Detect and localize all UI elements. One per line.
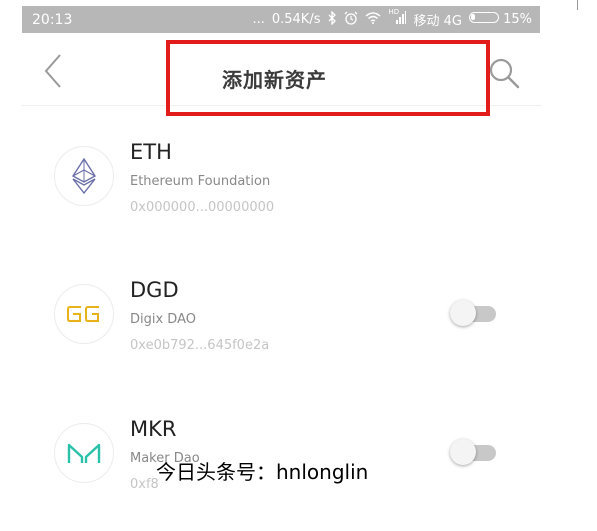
signal-hd-label: HD	[388, 8, 400, 16]
battery-icon	[468, 12, 499, 23]
token-item-eth[interactable]: ETH Ethereum Foundation 0x000000...00000…	[22, 134, 542, 254]
battery-fill	[470, 14, 475, 20]
digix-icon	[67, 306, 99, 322]
maker-icon	[67, 443, 101, 463]
token-toggle[interactable]	[450, 300, 498, 326]
status-bar: 20:13 ... 0.54K/s HD 移动 4G 15%	[22, 6, 540, 33]
toggle-knob	[450, 300, 476, 326]
watermark-text: 今日头条号：hnlonglin	[156, 460, 369, 484]
edge-line	[577, 0, 578, 10]
bluetooth-icon	[327, 9, 337, 29]
token-toggle[interactable]	[450, 439, 498, 465]
title-highlight-box: 添加新资产	[166, 40, 490, 116]
chevron-left-icon	[44, 54, 61, 88]
search-icon	[489, 58, 520, 89]
search-button[interactable]	[488, 57, 522, 91]
cell-signal-icon: HD	[388, 8, 407, 28]
token-name: Digix DAO	[130, 312, 196, 327]
page-title: 添加新资产	[222, 67, 327, 92]
ethereum-icon	[72, 158, 96, 194]
alarm-icon	[344, 11, 358, 29]
battery-indicator: 15%	[468, 12, 532, 27]
token-item-dgd[interactable]: DGD Digix DAO 0xe0b792...645f0e2a	[22, 272, 542, 392]
token-symbol: DGD	[130, 278, 179, 302]
wifi-icon	[365, 11, 381, 28]
token-logo	[54, 423, 114, 483]
battery-percent: 15%	[503, 12, 532, 27]
token-symbol: MKR	[130, 417, 177, 441]
token-logo	[54, 146, 114, 206]
token-address: 0x000000...00000000	[130, 200, 275, 215]
token-symbol: ETH	[130, 140, 172, 164]
status-indicators: ... 0.54K/s HD 移动 4G 15%	[252, 8, 532, 29]
net-speed: 0.54K/s	[271, 12, 321, 27]
token-logo	[54, 284, 114, 344]
token-name: Ethereum Foundation	[130, 174, 271, 189]
back-button[interactable]	[40, 53, 68, 89]
token-address: 0xe0b792...645f0e2a	[130, 338, 270, 353]
status-dots: ...	[252, 12, 265, 27]
status-time: 20:13	[32, 11, 73, 28]
carrier-label: 移动 4G	[413, 14, 462, 29]
toggle-knob	[450, 439, 476, 465]
token-address: 0xf8	[130, 477, 159, 492]
